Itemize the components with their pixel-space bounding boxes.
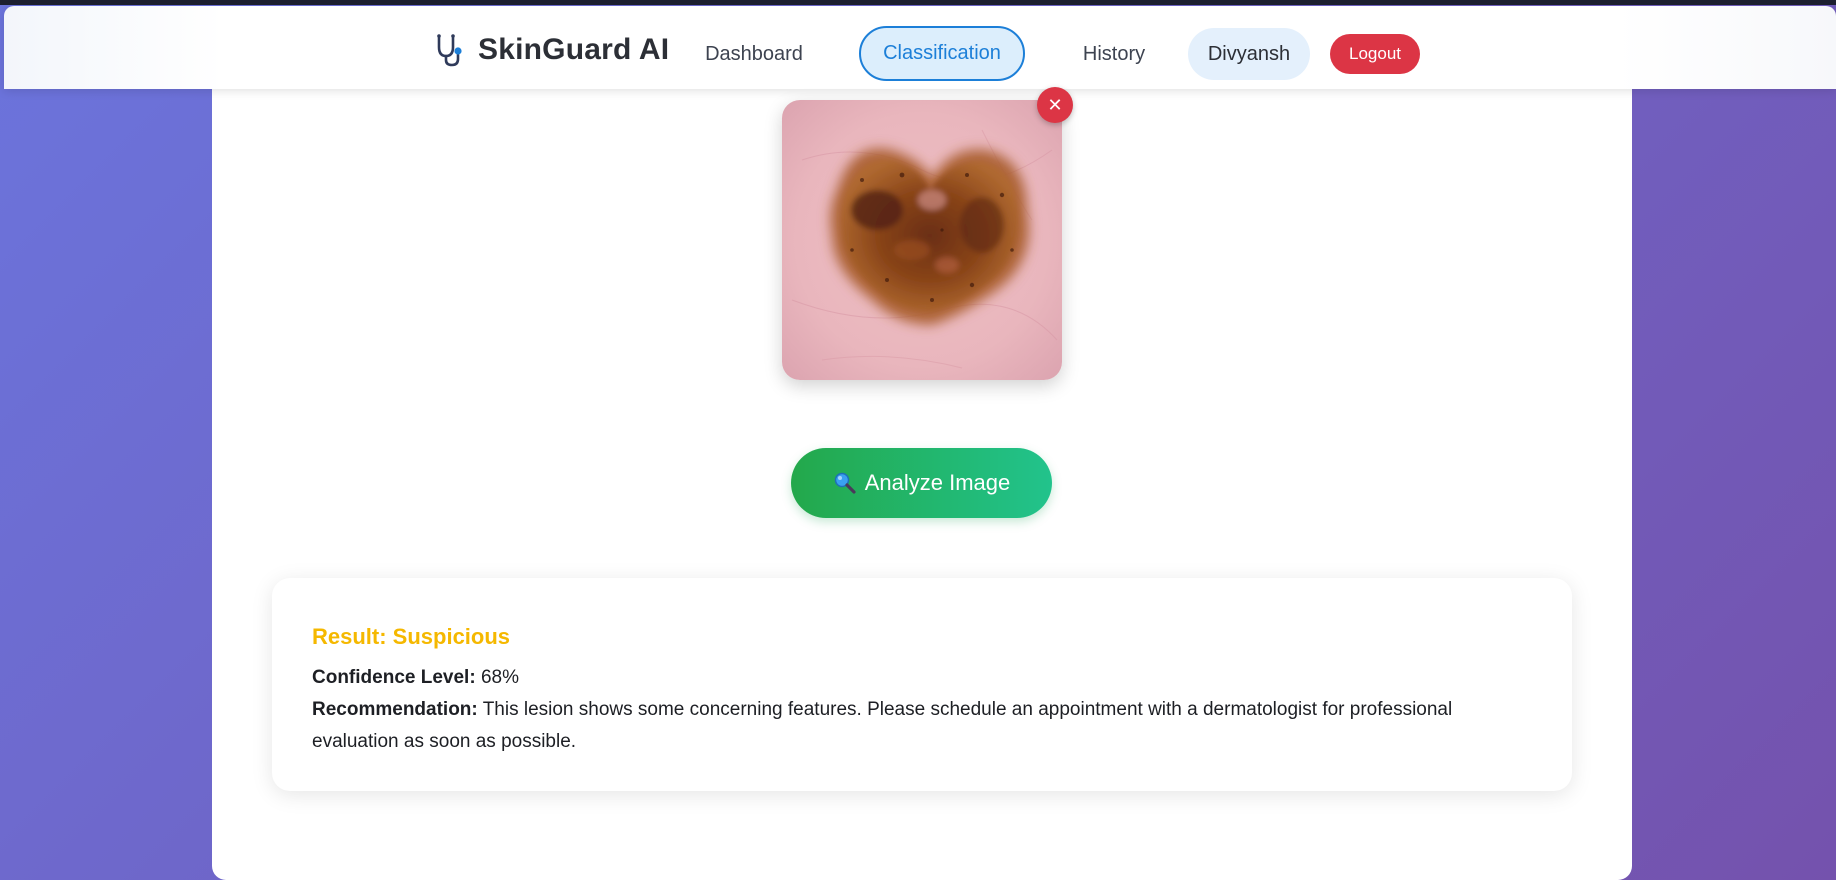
lesion-image (782, 100, 1062, 380)
recommendation-line: Recommendation: This lesion shows some c… (312, 694, 1532, 758)
brand[interactable]: SkinGuard AI (432, 32, 669, 68)
close-icon: ✕ (1047, 94, 1063, 115)
analyze-button-label: Analyze Image (864, 470, 1011, 495)
top-navbar: SkinGuard AI Dashboard Classification Hi… (4, 6, 1836, 89)
logout-button[interactable]: Logout (1330, 34, 1420, 74)
result-card: Result: Suspicious Confidence Level: 68%… (272, 578, 1572, 791)
user-profile-button[interactable]: Divyansh (1188, 28, 1310, 80)
nav-dashboard[interactable]: Dashboard (692, 26, 816, 82)
result-title: Result: Suspicious (312, 624, 511, 649)
nav-classification[interactable]: Classification (859, 26, 1025, 81)
confidence-line: Confidence Level: 68% (312, 662, 1532, 694)
brand-name: SkinGuard AI (478, 33, 670, 66)
analyze-image-button[interactable]: Analyze Image (791, 448, 1052, 518)
confidence-label: Confidence Level: (312, 667, 476, 688)
confidence-value: 68% (480, 667, 519, 688)
window-top-strip (0, 0, 1836, 5)
stethoscope-icon (437, 34, 462, 67)
remove-image-button[interactable]: ✕ (1037, 87, 1073, 123)
uploaded-image-preview (782, 100, 1062, 380)
recommendation-label: Recommendation: (312, 699, 478, 720)
recommendation-text: This lesion shows some concerning featur… (312, 699, 1453, 752)
nav-history[interactable]: History (1064, 26, 1164, 82)
magnifier-icon (834, 472, 856, 494)
